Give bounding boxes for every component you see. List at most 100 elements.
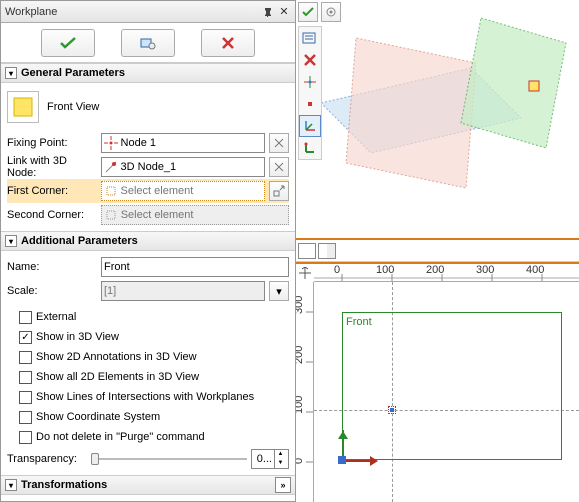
ruler-horizontal: 0 100 200 300 400 xyxy=(314,264,579,282)
transparency-label: Transparency: xyxy=(7,453,87,465)
svg-text:300: 300 xyxy=(476,264,494,276)
second-corner-label: Second Corner: xyxy=(7,209,97,221)
tool-lcs-button[interactable] xyxy=(299,115,321,137)
tool-options-button[interactable] xyxy=(299,27,321,49)
vp3d-top-toolbar xyxy=(298,2,341,22)
svg-text:0: 0 xyxy=(296,458,305,464)
vp3d-left-toolbar xyxy=(298,26,322,160)
action-toolbar xyxy=(1,23,295,63)
name-label: Name: xyxy=(7,261,97,273)
first-corner-aux-button[interactable] xyxy=(269,181,289,201)
properties-panel: Workplane ✕ ▾ General Parameters Front V… xyxy=(0,0,296,502)
target-marker[interactable] xyxy=(388,406,396,414)
transparency-value[interactable] xyxy=(252,452,274,466)
apply-button[interactable] xyxy=(41,29,95,57)
spin-down[interactable]: ▼ xyxy=(274,459,286,468)
nopurge-label: Do not delete in "Purge" command xyxy=(36,431,205,443)
expand-button[interactable]: » xyxy=(275,477,291,493)
tab-single-view[interactable] xyxy=(298,243,316,259)
tool-point-button[interactable] xyxy=(299,93,321,115)
svg-text:300: 300 xyxy=(296,296,305,314)
section-general[interactable]: ▾ General Parameters xyxy=(1,63,295,83)
chevron-down-icon-3: ▾ xyxy=(5,479,17,491)
viewport-area: 0 100 200 300 400 300 200 100 0 xyxy=(296,0,579,502)
svg-text:200: 200 xyxy=(426,264,444,276)
close-panel-button[interactable]: ✕ xyxy=(277,5,291,19)
name-field[interactable] xyxy=(101,257,289,277)
section-transformations-label: Transformations xyxy=(21,479,107,491)
link-3d-field[interactable] xyxy=(101,157,265,177)
showlines-checkbox[interactable] xyxy=(19,391,32,404)
show3d-checkbox[interactable]: ✓ xyxy=(19,331,32,344)
node3d-picker-icon xyxy=(104,159,119,175)
viewport-corner-icon xyxy=(299,267,311,279)
link-3d-input[interactable] xyxy=(119,158,264,176)
spin-up[interactable]: ▲ xyxy=(274,450,286,459)
vp-accept-button[interactable] xyxy=(298,2,318,22)
viewport-3d[interactable] xyxy=(296,0,579,240)
showall2d-label: Show all 2D Elements in 3D View xyxy=(36,371,199,383)
scale-input[interactable] xyxy=(102,282,264,300)
cancel-button[interactable] xyxy=(201,29,255,57)
pin-button[interactable] xyxy=(261,5,275,19)
svg-text:100: 100 xyxy=(376,264,394,276)
view-tab-bar xyxy=(296,240,579,262)
first-corner-label: First Corner: xyxy=(7,185,97,197)
scale-field[interactable] xyxy=(101,281,265,301)
tool-delete-button[interactable] xyxy=(299,49,321,71)
viewport-2d[interactable]: 0 100 200 300 400 300 200 100 0 xyxy=(296,262,579,502)
workplane-rect[interactable] xyxy=(342,312,562,460)
tab-split-view[interactable] xyxy=(318,243,336,259)
chevron-down-icon-2: ▾ xyxy=(5,235,17,247)
preview-button[interactable] xyxy=(121,29,175,57)
transparency-slider[interactable] xyxy=(91,450,247,468)
axis-x xyxy=(342,460,372,462)
name-input[interactable] xyxy=(102,258,288,276)
transparency-spinner[interactable]: ▲▼ xyxy=(251,449,289,469)
select-element-icon-2 xyxy=(104,207,119,223)
section-additional[interactable]: ▾ Additional Parameters xyxy=(1,231,295,251)
view-type-icon[interactable] xyxy=(7,91,39,123)
scene-3d xyxy=(296,0,579,238)
first-corner-input[interactable] xyxy=(119,182,264,200)
show2dann-checkbox[interactable] xyxy=(19,351,32,364)
showall2d-checkbox[interactable] xyxy=(19,371,32,384)
scale-dropdown-button[interactable]: ▾ xyxy=(269,281,289,301)
svg-text:200: 200 xyxy=(296,346,305,364)
section-transformations[interactable]: ▾ Transformations » xyxy=(1,475,295,495)
select-element-icon xyxy=(104,183,119,199)
section-additional-label: Additional Parameters xyxy=(21,235,138,247)
fixing-point-clear-button[interactable] xyxy=(269,133,289,153)
show3d-label: Show in 3D View xyxy=(36,331,119,343)
scale-label: Scale: xyxy=(7,285,97,297)
first-corner-field[interactable] xyxy=(101,181,265,201)
nopurge-checkbox[interactable] xyxy=(19,431,32,444)
showcoord-checkbox[interactable] xyxy=(19,411,32,424)
fixing-point-label: Fixing Point: xyxy=(7,137,97,149)
canvas-2d[interactable]: Front xyxy=(314,282,579,502)
section-general-label: General Parameters xyxy=(21,67,125,79)
external-checkbox[interactable] xyxy=(19,311,32,324)
axis-y-arrow xyxy=(338,426,348,439)
link-3d-clear-button[interactable] xyxy=(269,157,289,177)
svg-text:400: 400 xyxy=(526,264,544,276)
tool-corner-button[interactable] xyxy=(299,137,321,159)
fixing-point-field[interactable] xyxy=(101,133,265,153)
second-corner-field xyxy=(101,205,289,225)
vp-settings-button[interactable] xyxy=(321,2,341,22)
fixing-point-input[interactable] xyxy=(119,134,264,152)
show2dann-label: Show 2D Annotations in 3D View xyxy=(36,351,197,363)
showlines-label: Show Lines of Intersections with Workpla… xyxy=(36,391,254,403)
svg-text:100: 100 xyxy=(296,396,305,414)
ruler-vertical: 300 200 100 0 xyxy=(296,282,314,502)
view-type-label: Front View xyxy=(47,101,99,113)
workplane-label: Front xyxy=(346,316,372,328)
origin-handle[interactable] xyxy=(338,456,346,464)
chevron-down-icon: ▾ xyxy=(5,67,17,79)
panel-title: Workplane xyxy=(5,6,259,18)
tool-origin-button[interactable] xyxy=(299,71,321,93)
second-corner-input xyxy=(119,206,288,224)
axis-x-arrow xyxy=(370,456,383,466)
panel-titlebar: Workplane ✕ xyxy=(1,1,295,23)
node-picker-icon xyxy=(104,135,119,151)
